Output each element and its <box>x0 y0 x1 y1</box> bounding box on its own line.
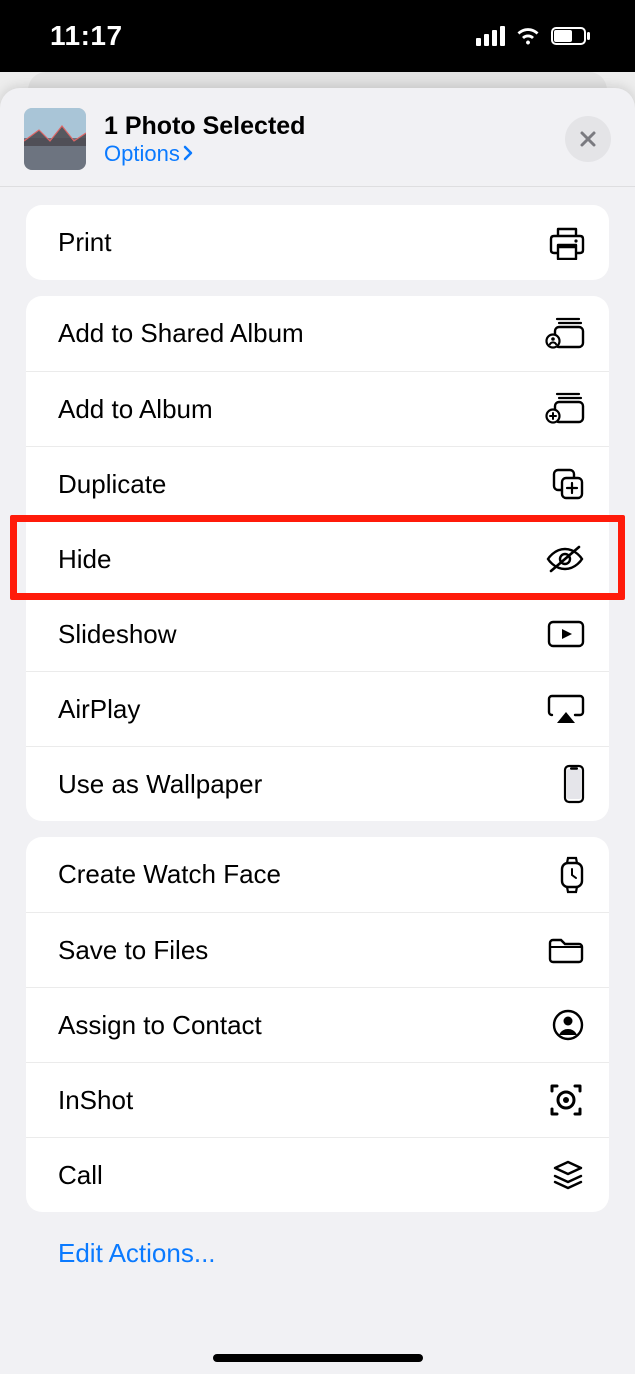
status-time: 11:17 <box>50 20 123 52</box>
status-bar: 11:17 <box>0 0 635 72</box>
home-indicator[interactable] <box>213 1354 423 1362</box>
action-save-files[interactable]: Save to Files <box>26 912 609 987</box>
action-label: Duplicate <box>58 469 166 500</box>
photo-thumbnail[interactable] <box>24 108 86 170</box>
header-title: 1 Photo Selected <box>104 112 547 141</box>
shared-album-icon <box>545 317 585 351</box>
chevron-right-icon <box>182 143 194 165</box>
action-label: AirPlay <box>58 694 140 725</box>
action-label: Add to Album <box>58 394 213 425</box>
action-label: Save to Files <box>58 935 208 966</box>
actions-group-3: Create Watch Face Save to Files Assign t… <box>26 837 609 1212</box>
action-label: Use as Wallpaper <box>58 769 262 800</box>
action-label: Slideshow <box>58 619 177 650</box>
duplicate-icon <box>551 467 585 501</box>
phone-icon <box>563 764 585 804</box>
action-watch-face[interactable]: Create Watch Face <box>26 837 609 912</box>
eye-slash-icon <box>545 544 585 574</box>
folder-icon <box>547 935 585 965</box>
album-add-icon <box>545 392 585 426</box>
watch-icon <box>559 855 585 895</box>
action-assign-contact[interactable]: Assign to Contact <box>26 987 609 1062</box>
inshot-icon <box>547 1081 585 1119</box>
edit-actions-button[interactable]: Edit Actions... <box>26 1212 609 1295</box>
action-call[interactable]: Call <box>26 1137 609 1212</box>
action-print[interactable]: Print <box>26 205 609 280</box>
action-add-shared-album[interactable]: Add to Shared Album <box>26 296 609 371</box>
printer-icon <box>549 226 585 260</box>
action-slideshow[interactable]: Slideshow <box>26 596 609 671</box>
cellular-icon <box>476 26 505 46</box>
contact-icon <box>551 1008 585 1042</box>
edit-actions-label: Edit Actions... <box>58 1238 216 1268</box>
action-label: Add to Shared Album <box>58 318 304 349</box>
wifi-icon <box>515 26 541 46</box>
options-button[interactable]: Options <box>104 141 194 167</box>
action-wallpaper[interactable]: Use as Wallpaper <box>26 746 609 821</box>
battery-icon <box>551 27 591 45</box>
share-sheet: 1 Photo Selected Options Print <box>0 88 635 1374</box>
action-label: Assign to Contact <box>58 1010 262 1041</box>
action-airplay[interactable]: AirPlay <box>26 671 609 746</box>
action-label: InShot <box>58 1085 133 1116</box>
action-label: Print <box>58 227 111 258</box>
action-add-album[interactable]: Add to Album <box>26 371 609 446</box>
action-hide[interactable]: Hide <box>26 521 609 596</box>
action-label: Call <box>58 1160 103 1191</box>
close-button[interactable] <box>565 116 611 162</box>
action-inshot[interactable]: InShot <box>26 1062 609 1137</box>
play-rect-icon <box>547 620 585 648</box>
airplay-icon <box>547 693 585 725</box>
action-label: Hide <box>58 544 111 575</box>
action-label: Create Watch Face <box>58 859 281 890</box>
share-sheet-header: 1 Photo Selected Options <box>0 88 635 187</box>
close-icon <box>578 129 598 149</box>
actions-group-1: Print <box>26 205 609 280</box>
stack-icon <box>551 1158 585 1192</box>
options-label: Options <box>104 141 180 167</box>
action-duplicate[interactable]: Duplicate <box>26 446 609 521</box>
actions-group-2: Add to Shared Album Add to Album Duplica… <box>26 296 609 821</box>
